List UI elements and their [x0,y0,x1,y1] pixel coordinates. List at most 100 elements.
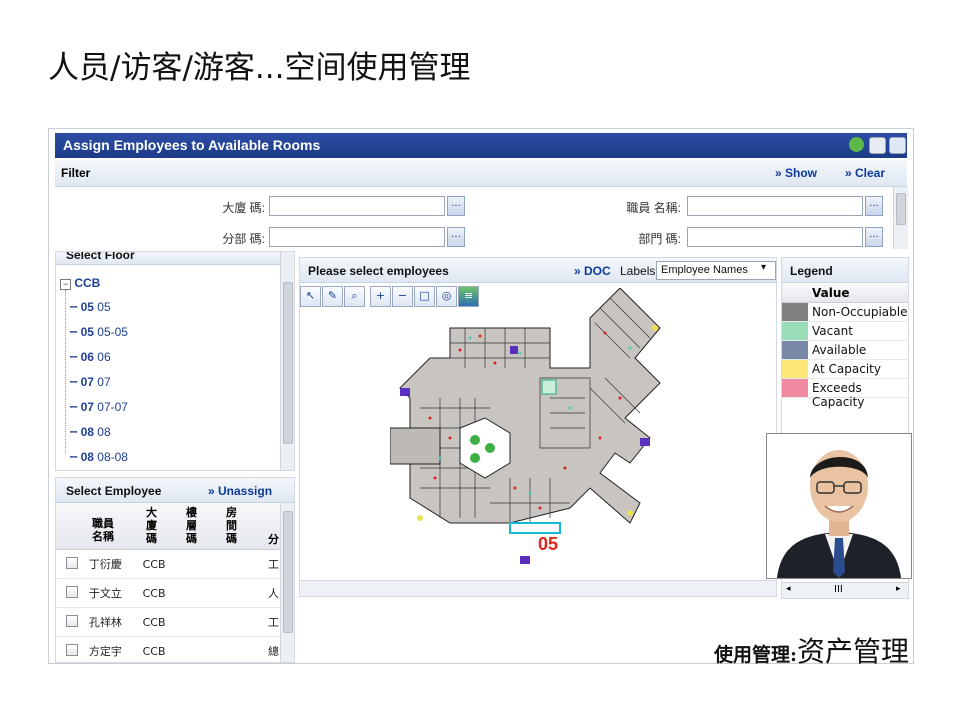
footer-prefix: 使用管理: [714,644,798,666]
cell-floor [183,607,226,637]
legend-swatch [782,360,808,378]
table-row[interactable]: 方定宇 CCB 總 [56,636,280,662]
legend-column-header: Value [782,284,908,303]
col-floor-code[interactable]: 樓層碼 [186,506,198,545]
unassign-button[interactable]: » Unassign [208,484,272,498]
tree-floor-07[interactable]: ┄ 07 07 [70,375,111,389]
legend-header: Legend [790,264,833,278]
employee-name-lookup-button[interactable]: ... [865,196,883,216]
email-icon[interactable] [889,137,906,154]
row-checkbox[interactable] [65,585,78,598]
division-code-input[interactable] [269,227,445,247]
show-button[interactable]: » Show [775,166,817,180]
legend-h-scrollbar[interactable]: ◂ III ▸ [782,582,908,598]
tree-floor-05-05[interactable]: ┄ 05 05-05 [70,325,128,339]
scroll-right-icon[interactable]: ▸ [896,584,901,594]
floor-scroll-thumb[interactable] [283,282,293,444]
filter-bar: Filter » Show » Clear [55,160,907,187]
filter-scrollbar[interactable] [893,187,908,249]
tree-floor-08-08[interactable]: ┄ 08 08-08 [70,450,128,464]
employee-table-header: 職員名稱 大廈碼 樓層碼 房間碼 分 [56,503,280,550]
row-checkbox[interactable] [65,643,78,656]
legend-item-at-capacity: At Capacity [782,360,908,379]
labels-select[interactable]: Employee Names ▾ [656,261,776,280]
cell-building: CCB [141,636,184,662]
cell-floor [183,550,226,579]
footer-caption: 使用管理:资产管理 [714,630,909,670]
doc-button[interactable]: » DOC [574,264,611,278]
employee-panel: Select Employee » Unassign 職員名稱 大廈碼 樓層碼 … [55,477,295,663]
window-title-bar: Assign Employees to Available Rooms [55,133,907,158]
employee-scrollbar[interactable] [280,503,294,662]
legend-swatch [782,379,808,397]
person-illustration [777,450,901,578]
chevron-down-icon: ▾ [761,262,767,273]
slide-title: 人员/访客/游客...空间使用管理 [48,50,471,86]
tree-floor-06[interactable]: ┄ 06 06 [70,350,111,364]
tree-floor-08[interactable]: ┄ 08 08 [70,425,111,439]
employee-table: 丁衍慶 CCB 工 于文立 CCB 人 孔祥林 CCB 工 方定宇 CCB 總 [56,550,280,662]
filter-form: 大廈 碼: ... 職員 名稱: ... 分部 碼: ... 部門 碼: ... [55,187,893,249]
cell-building: CCB [141,550,184,579]
tree-floor-07-07[interactable]: ┄ 07 07-07 [70,400,128,414]
zoom-in-icon[interactable]: + [370,286,391,307]
table-row[interactable]: 于文立 CCB 人 [56,578,280,608]
legend-item-vacant: Vacant [782,322,908,341]
department-code-lookup-button[interactable]: ... [865,227,883,247]
employee-name-input[interactable] [687,196,863,216]
legend-item-available: Available [782,341,908,360]
employee-panel-header: Select Employee [66,484,162,498]
division-code-lookup-button[interactable]: ... [447,227,465,247]
cell-name: 于文立 [87,578,142,608]
select-arrow-icon[interactable]: ↖ [300,286,321,307]
col-division[interactable]: 分 [268,531,280,547]
cell-division: 總 [267,636,280,662]
cell-building: CCB [141,578,184,608]
employee-scroll-thumb[interactable] [283,511,293,633]
cell-division: 工 [267,550,280,579]
add-icon[interactable] [849,137,864,152]
legend-value-label: Value [812,286,850,300]
floor-panel: Select Floor − CCB ┄ 05 05 ┄ 05 05-05 ┄ … [55,251,295,471]
tree-floor-05[interactable]: ┄ 05 05 [70,300,111,314]
app-window: Assign Employees to Available Rooms Filt… [48,128,914,664]
legend-scroll-thumb[interactable]: III [834,584,843,595]
col-employee-name[interactable]: 職員名稱 [92,517,114,543]
col-room-code[interactable]: 房間碼 [226,506,238,545]
filter-scroll-thumb[interactable] [896,193,906,225]
cell-room [225,607,267,637]
row-checkbox[interactable] [65,614,78,627]
cell-division: 工 [267,607,280,637]
table-row[interactable]: 丁衍慶 CCB 工 [56,550,280,579]
col-building-code[interactable]: 大廈碼 [146,506,158,545]
cell-room [225,636,267,662]
scroll-left-icon[interactable]: ◂ [786,584,791,594]
building-code-input[interactable] [269,196,445,216]
print-icon[interactable] [869,137,886,154]
clear-button[interactable]: » Clear [845,166,885,180]
drawing-h-scrollbar[interactable] [300,580,776,596]
cell-building: CCB [141,607,184,637]
drawing-panel-header: Please select employees [308,264,449,278]
zoom-icon[interactable]: ⌕ [344,286,365,307]
drawing-panel: Please select employees » DOC Labels Emp… [299,257,777,597]
cell-floor [183,578,226,608]
tree-line [65,290,67,454]
floor-panel-header: Select Floor [66,252,135,262]
window-title: Assign Employees to Available Rooms [63,137,321,153]
labels-select-value: Employee Names [661,264,748,276]
assign-icon[interactable]: ✎ [322,286,343,307]
building-code-lookup-button[interactable]: ... [447,196,465,216]
floor-tag: 05 [538,534,558,554]
cell-room [225,550,267,579]
row-checkbox[interactable] [65,556,78,569]
department-code-label: 部門 碼: [638,232,681,246]
legend-item-non-occupiable: Non-Occupiable [782,303,908,322]
floor-scrollbar[interactable] [280,252,294,470]
tree-root-ccb[interactable]: − CCB [60,276,100,290]
table-row[interactable]: 孔祥林 CCB 工 [56,607,280,637]
footer-main: 资产管理 [797,635,910,668]
floor-plan-drawing[interactable]: 05 [390,288,680,578]
department-code-input[interactable] [687,227,863,247]
cell-name: 丁衍慶 [87,550,142,579]
